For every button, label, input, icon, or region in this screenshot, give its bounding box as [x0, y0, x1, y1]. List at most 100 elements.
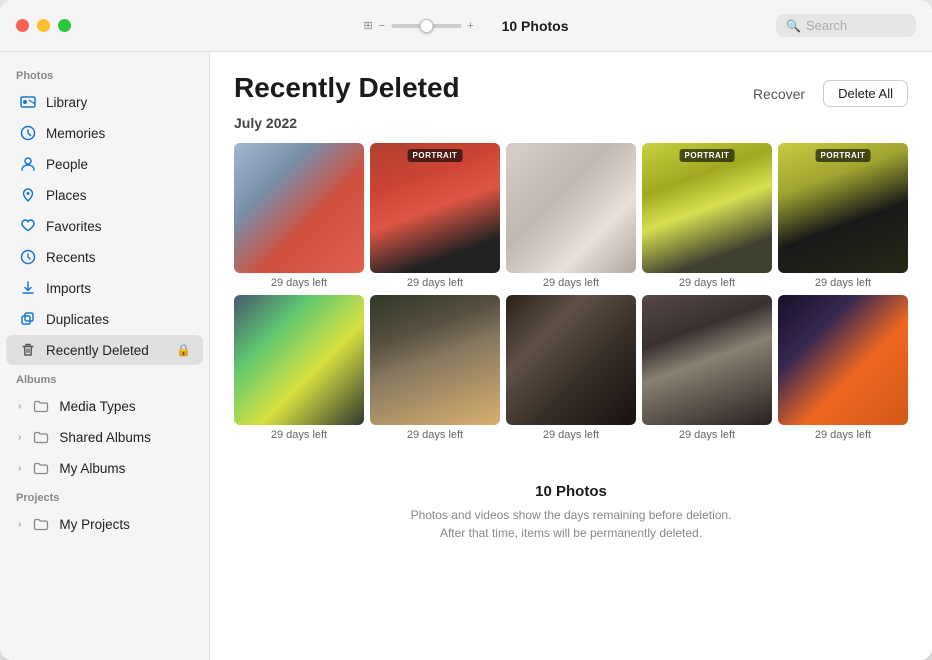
sidebar-item-label: Recently Deleted [46, 343, 149, 358]
duplicates-icon [18, 309, 38, 329]
sidebar-item-label: People [46, 157, 88, 172]
search-placeholder: Search [806, 18, 847, 33]
page-title: Recently Deleted [234, 72, 460, 104]
sidebar-item-label: Recents [46, 250, 96, 265]
chevron-icon: › [18, 519, 21, 530]
sidebar-item-label: Media Types [59, 399, 135, 414]
minimize-button[interactable] [37, 19, 50, 32]
days-left-label: 29 days left [407, 429, 463, 441]
sidebar-item-places[interactable]: Places [6, 180, 203, 210]
sidebar-item-my-projects[interactable]: › My Projects [6, 509, 203, 539]
search-icon: 🔍 [786, 19, 801, 33]
sidebar-item-recently-deleted[interactable]: Recently Deleted 🔒 [6, 335, 203, 365]
my-albums-icon [31, 458, 51, 478]
days-left-label: 29 days left [271, 277, 327, 289]
photo-thumbnail [778, 295, 908, 425]
list-item[interactable]: 29 days left [370, 295, 500, 441]
sidebar-item-recents[interactable]: Recents [6, 242, 203, 272]
close-button[interactable] [16, 19, 29, 32]
days-left-label: 29 days left [679, 429, 735, 441]
sidebar-item-shared-albums[interactable]: › Shared Albums [6, 422, 203, 452]
list-item[interactable]: PORTRAIT 29 days left [370, 143, 500, 289]
footer-description-line1: Photos and videos show the days remainin… [254, 506, 888, 524]
photo-thumbnail: PORTRAIT [778, 143, 908, 273]
photo-thumbnail [234, 143, 364, 273]
sidebar: Photos Library M [0, 52, 210, 660]
zoom-grid-icon: ⊞ [364, 19, 373, 32]
delete-all-button[interactable]: Delete All [823, 80, 908, 107]
main-layout: Photos Library M [0, 52, 932, 660]
days-left-label: 29 days left [271, 429, 327, 441]
chevron-icon: › [18, 463, 21, 474]
list-item[interactable]: 29 days left [506, 295, 636, 441]
sidebar-item-label: Library [46, 95, 87, 110]
recover-button[interactable]: Recover [743, 81, 815, 107]
date-section: July 2022 [234, 115, 908, 131]
chevron-icon: › [18, 432, 21, 443]
maximize-button[interactable] [58, 19, 71, 32]
days-left-label: 29 days left [815, 277, 871, 289]
zoom-plus-label: + [467, 20, 473, 32]
portrait-badge: PORTRAIT [408, 149, 463, 162]
days-left-label: 29 days left [543, 429, 599, 441]
sidebar-item-label: My Projects [59, 517, 130, 532]
days-left-label: 29 days left [815, 429, 871, 441]
sidebar-item-duplicates[interactable]: Duplicates [6, 304, 203, 334]
lock-icon: 🔒 [176, 343, 191, 357]
sidebar-item-my-albums[interactable]: › My Albums [6, 453, 203, 483]
photo-thumbnail: PORTRAIT [642, 143, 772, 273]
photo-thumbnail [506, 143, 636, 273]
list-item[interactable]: PORTRAIT 29 days left [778, 143, 908, 289]
days-left-label: 29 days left [543, 277, 599, 289]
zoom-control: ⊞ − + [364, 19, 474, 32]
list-item[interactable]: 29 days left [778, 295, 908, 441]
sidebar-item-label: Favorites [46, 219, 102, 234]
recents-icon [18, 247, 38, 267]
sidebar-item-label: My Albums [59, 461, 125, 476]
sidebar-item-imports[interactable]: Imports [6, 273, 203, 303]
sidebar-item-label: Duplicates [46, 312, 109, 327]
content-area: Recently Deleted Recover Delete All July… [210, 52, 932, 660]
traffic-lights [16, 19, 71, 32]
people-icon [18, 154, 38, 174]
photo-thumbnail [506, 295, 636, 425]
imports-icon [18, 278, 38, 298]
sidebar-item-label: Memories [46, 126, 105, 141]
search-bar[interactable]: 🔍 Search [776, 14, 916, 37]
photo-grid: 29 days left PORTRAIT 29 days left 29 da… [234, 143, 908, 441]
zoom-slider[interactable] [391, 24, 461, 28]
days-left-label: 29 days left [679, 277, 735, 289]
library-icon [18, 92, 38, 112]
footer-description-line2: After that time, items will be permanent… [254, 524, 888, 542]
photo-thumbnail: PORTRAIT [370, 143, 500, 273]
list-item[interactable]: 29 days left [234, 295, 364, 441]
sidebar-item-memories[interactable]: Memories [6, 118, 203, 148]
sidebar-item-media-types[interactable]: › Media Types [6, 391, 203, 421]
toolbar-right: 🔍 Search [776, 14, 916, 37]
photo-thumbnail [642, 295, 772, 425]
sidebar-item-favorites[interactable]: Favorites [6, 211, 203, 241]
trash-icon [18, 340, 38, 360]
places-icon [18, 185, 38, 205]
sidebar-item-label: Shared Albums [59, 430, 151, 445]
photo-count-title: 10 Photos [502, 18, 569, 34]
zoom-thumb [419, 19, 433, 33]
portrait-badge: PORTRAIT [816, 149, 871, 162]
titlebar: ⊞ − + 10 Photos 🔍 Search [0, 0, 932, 52]
sidebar-item-label: Places [46, 188, 87, 203]
albums-section-label: Albums [0, 366, 209, 390]
list-item[interactable]: 29 days left [506, 143, 636, 289]
footer-photos-count: 10 Photos [254, 483, 888, 500]
header-buttons: Recover Delete All [743, 80, 908, 107]
days-left-label: 29 days left [407, 277, 463, 289]
chevron-icon: › [18, 401, 21, 412]
list-item[interactable]: 29 days left [234, 143, 364, 289]
list-item[interactable]: 29 days left [642, 295, 772, 441]
list-item[interactable]: PORTRAIT 29 days left [642, 143, 772, 289]
sidebar-item-people[interactable]: People [6, 149, 203, 179]
toolbar-center: ⊞ − + 10 Photos [364, 18, 569, 34]
shared-folder-icon [31, 427, 51, 447]
zoom-minus-label: − [379, 20, 385, 32]
sidebar-item-library[interactable]: Library [6, 87, 203, 117]
photo-thumbnail [370, 295, 500, 425]
